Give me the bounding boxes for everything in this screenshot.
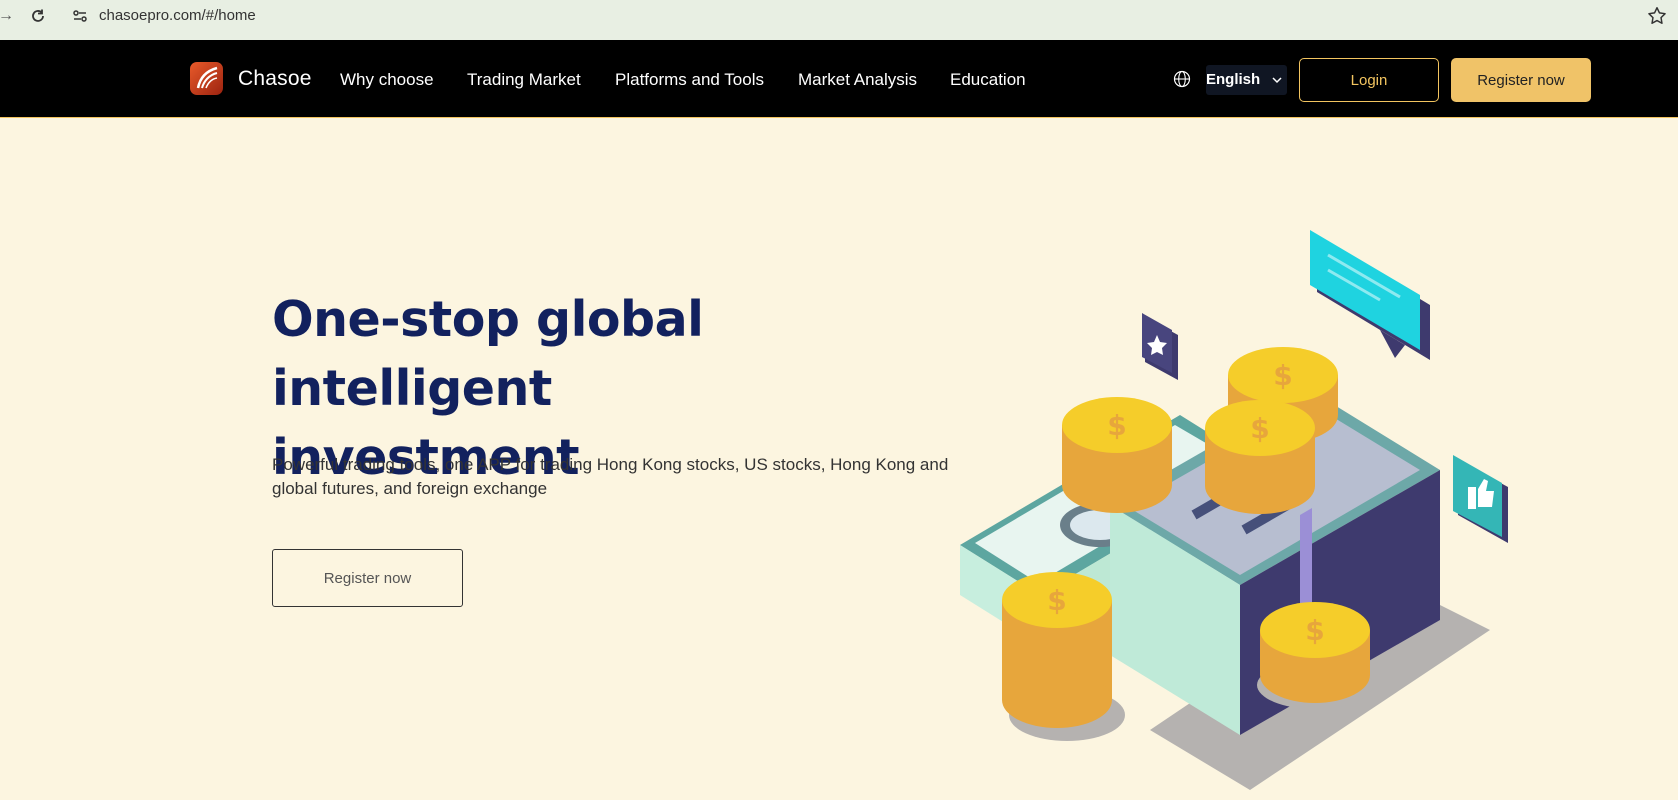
- logo[interactable]: [190, 62, 223, 95]
- site-info-icon[interactable]: [70, 6, 90, 26]
- chevron-down-icon: [1272, 77, 1282, 84]
- forward-arrow-icon[interactable]: →: [0, 8, 14, 24]
- brand-name[interactable]: Chasoe: [238, 67, 312, 91]
- nav-education[interactable]: Education: [950, 70, 1026, 90]
- browser-toolbar: → chasoepro.com/#/home: [0, 0, 1678, 40]
- nav-platforms-and-tools[interactable]: Platforms and Tools: [615, 70, 764, 90]
- nav-trading-market[interactable]: Trading Market: [467, 70, 581, 90]
- coin-symbol: $: [1047, 584, 1066, 617]
- nav-why-choose[interactable]: Why choose: [340, 70, 434, 90]
- language-label: English: [1206, 71, 1261, 88]
- chat-bubble-icon: [1310, 230, 1430, 360]
- url-text[interactable]: chasoepro.com/#/home: [99, 7, 256, 24]
- hero-register-button[interactable]: Register now: [272, 549, 463, 607]
- coin-symbol: $: [1107, 409, 1126, 442]
- globe-icon: [1173, 70, 1191, 88]
- bookmark-star-icon[interactable]: [1646, 5, 1668, 27]
- coin-symbol: $: [1273, 359, 1292, 392]
- register-now-button[interactable]: Register now: [1451, 58, 1591, 102]
- coin-stack-3: $: [1205, 400, 1315, 514]
- star-badge-icon: [1142, 313, 1178, 380]
- coin-symbol: $: [1250, 412, 1269, 445]
- hero-title-line1: One-stop global intelligent: [272, 291, 704, 417]
- coin-stack-5: $: [1257, 602, 1373, 709]
- coin-symbol: $: [1305, 614, 1324, 647]
- logo-icon: [196, 66, 218, 89]
- nav-market-analysis[interactable]: Market Analysis: [798, 70, 917, 90]
- login-button[interactable]: Login: [1299, 58, 1439, 102]
- site-header: Chasoe Why choose Trading Market Platfor…: [0, 40, 1678, 118]
- coin-stack-1: $: [1062, 397, 1172, 513]
- address-bar[interactable]: [62, 2, 1662, 32]
- coin-stack-4: $: [1002, 572, 1125, 741]
- thumbs-up-badge-icon: [1453, 455, 1508, 543]
- money-coins-illustration: $ $ $ $ $: [960, 230, 1508, 790]
- reload-icon[interactable]: [28, 6, 48, 26]
- language-select[interactable]: English: [1206, 65, 1287, 95]
- hero-subtitle: Powerful trading tools, one APP for trad…: [272, 455, 949, 498]
